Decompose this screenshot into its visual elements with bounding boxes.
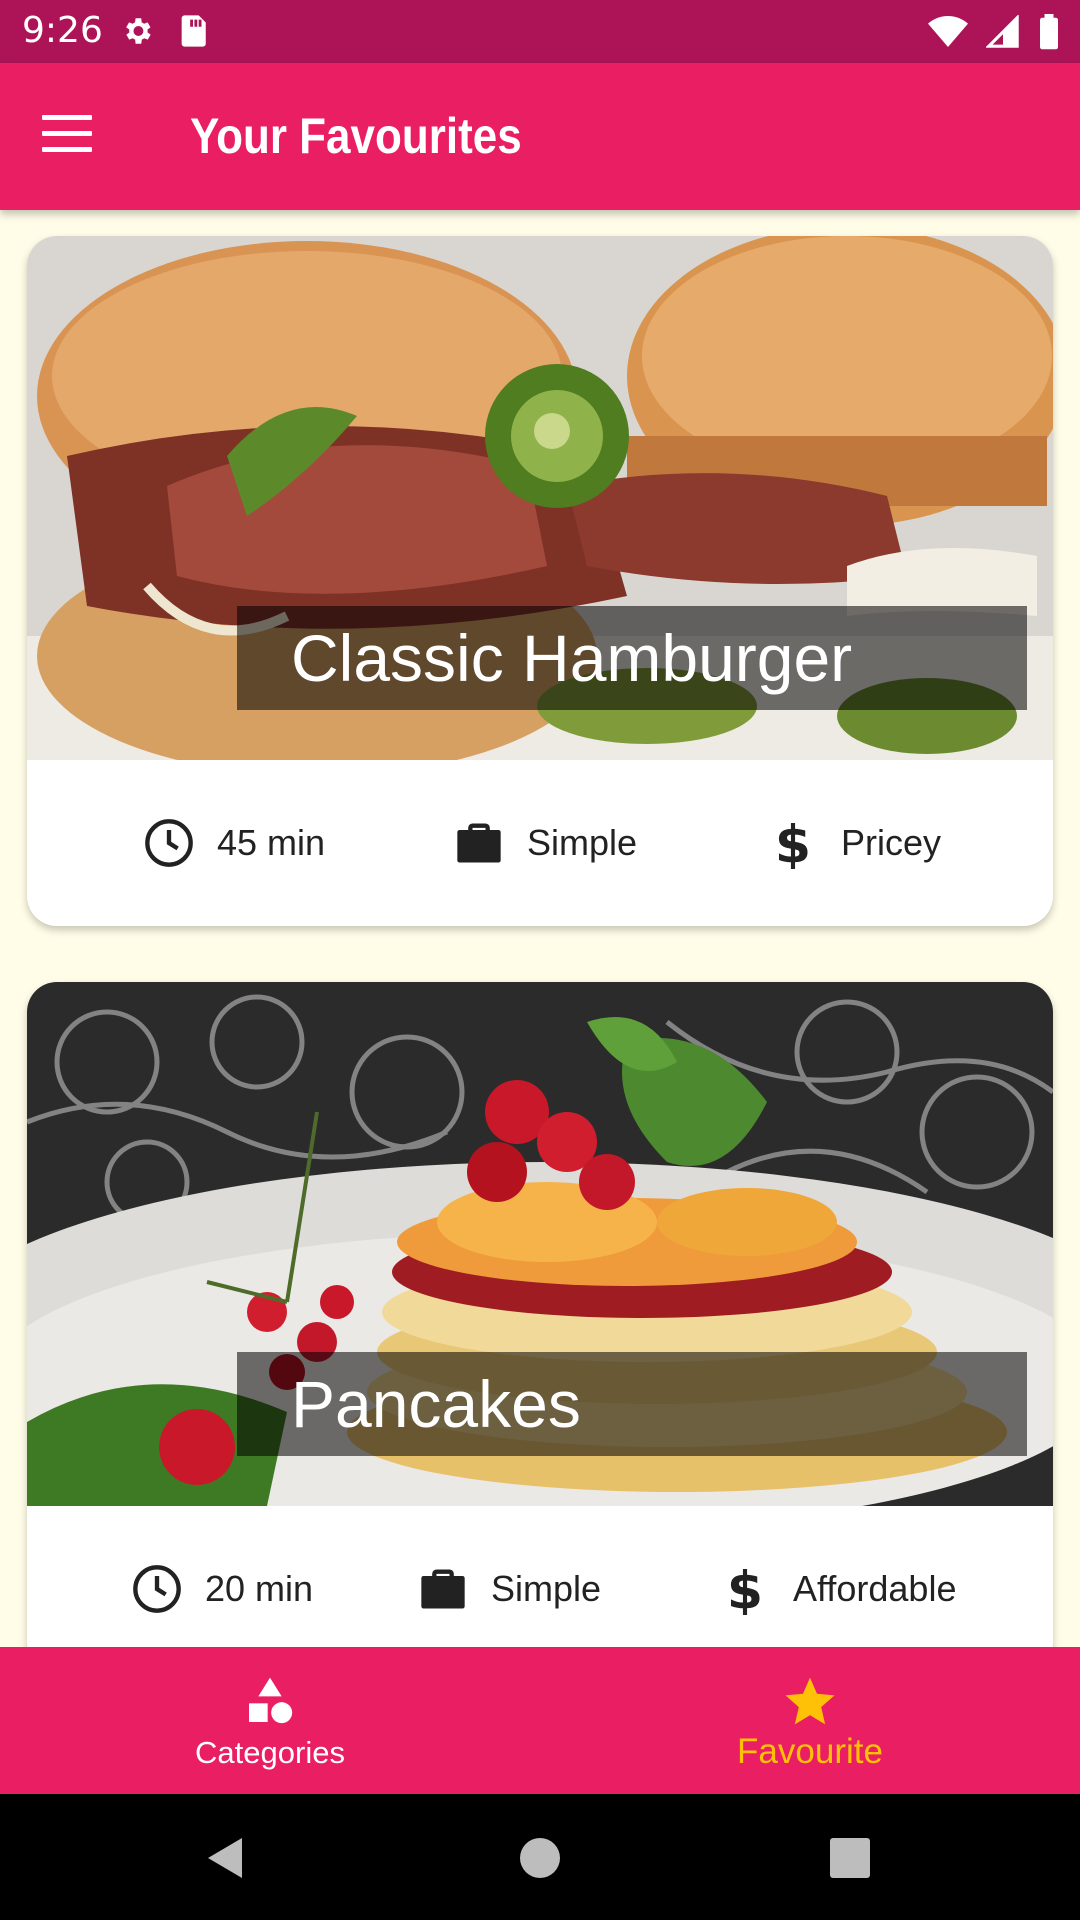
status-right-icons bbox=[928, 14, 1060, 50]
meal-meta: 45 min Simple $ Pricey bbox=[27, 760, 1053, 926]
meal-title-band: Classic Hamburger bbox=[237, 606, 1027, 710]
nav-item-categories[interactable]: Categories bbox=[0, 1647, 540, 1794]
home-icon[interactable] bbox=[516, 1834, 564, 1882]
meal-duration-label: 45 min bbox=[217, 822, 326, 863]
category-shapes-icon bbox=[249, 1677, 293, 1724]
sd-card-icon bbox=[181, 15, 206, 47]
briefcase-icon bbox=[457, 823, 501, 863]
meal-card[interactable]: Classic Hamburger 45 min Simple $ Pricey bbox=[27, 236, 1053, 926]
meal-card[interactable]: Pancakes 20 min Simple $ Affordable bbox=[27, 982, 1053, 1647]
battery-icon bbox=[1040, 14, 1058, 50]
settings-icon bbox=[126, 18, 151, 44]
bottom-navigation: Categories Favourite bbox=[0, 1647, 1080, 1794]
meal-duration: 45 min bbox=[143, 817, 325, 869]
meal-affordability-label: Affordable bbox=[793, 1568, 957, 1609]
svg-text:$: $ bbox=[727, 1563, 763, 1615]
nav-label-favourite: Favourite bbox=[737, 1732, 883, 1771]
back-icon[interactable] bbox=[202, 1834, 250, 1882]
meal-duration: 20 min bbox=[131, 1563, 313, 1615]
wifi-icon bbox=[928, 16, 968, 47]
dollar-icon: $ bbox=[775, 817, 811, 869]
meal-complexity: Simple bbox=[453, 817, 637, 869]
clock-icon bbox=[133, 1565, 181, 1613]
status-left-icons bbox=[120, 14, 208, 48]
star-icon bbox=[785, 1677, 835, 1725]
app-bar: Your Favourites bbox=[0, 63, 1080, 210]
meal-complexity-label: Simple bbox=[491, 1568, 602, 1609]
meal-image-pancakes: Pancakes bbox=[27, 982, 1053, 1506]
status-bar: 9:26 bbox=[0, 0, 1080, 63]
nav-label-categories: Categories bbox=[195, 1735, 345, 1770]
meal-complexity: Simple bbox=[417, 1563, 601, 1615]
recents-icon[interactable] bbox=[826, 1834, 874, 1882]
briefcase-icon bbox=[421, 1569, 465, 1609]
meal-meta: 20 min Simple $ Affordable bbox=[27, 1506, 1053, 1647]
favourites-list[interactable]: Classic Hamburger 45 min Simple $ Pricey bbox=[0, 210, 1080, 1647]
meal-title: Classic Hamburger bbox=[291, 621, 853, 695]
status-time: 9:26 bbox=[22, 10, 103, 51]
signal-icon bbox=[986, 15, 1019, 48]
meal-duration-label: 20 min bbox=[205, 1568, 314, 1609]
meal-image-hamburger: Classic Hamburger bbox=[27, 236, 1053, 760]
meal-affordability: $ Affordable bbox=[719, 1563, 957, 1615]
dollar-icon: $ bbox=[727, 1563, 763, 1615]
meal-affordability-label: Pricey bbox=[841, 822, 942, 863]
meal-title: Pancakes bbox=[291, 1367, 581, 1441]
meal-affordability: $ Pricey bbox=[767, 817, 941, 869]
meal-title-band: Pancakes bbox=[237, 1352, 1027, 1456]
svg-text:$: $ bbox=[775, 817, 811, 869]
meal-complexity-label: Simple bbox=[527, 822, 638, 863]
clock-icon bbox=[145, 819, 193, 867]
system-navigation-bar bbox=[0, 1794, 1080, 1920]
hamburger-menu-icon[interactable] bbox=[42, 115, 104, 159]
page-title: Your Favourites bbox=[190, 108, 522, 164]
nav-item-favourite[interactable]: Favourite bbox=[540, 1647, 1080, 1794]
